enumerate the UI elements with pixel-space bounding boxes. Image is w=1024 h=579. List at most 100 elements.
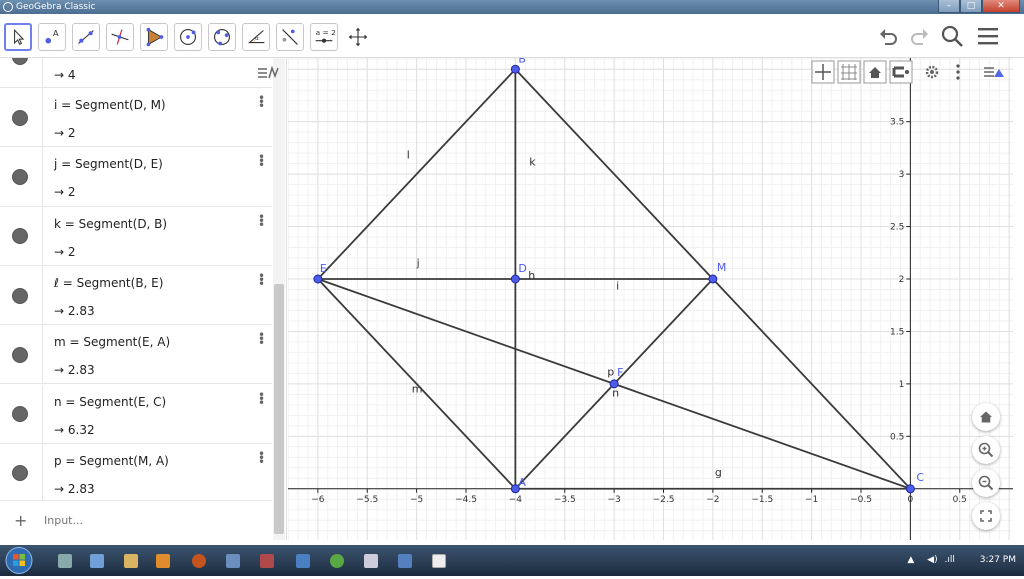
segment-label: p [607,365,614,378]
tray-expand-icon[interactable]: ▲ [907,555,914,565]
algebra-row[interactable]: n = Segment(E, C) → 6.32 • • • [0,384,272,444]
point-b[interactable] [510,64,520,74]
network-signal-icon[interactable]: .ıll [944,555,954,565]
x-tick-label: −1.5 [751,495,773,505]
algebra-row[interactable]: ℓ = Segment(B, E) → 2.83 • • • [0,265,272,326]
point-c[interactable] [905,484,915,494]
taskbar-app-icon[interactable] [260,554,274,568]
algebra-definition[interactable]: j = Segment(D, E) [54,157,163,171]
taskbar-app-icon[interactable] [296,554,310,568]
more-options-icon[interactable]: • • • [258,448,265,468]
segment-label: n [612,386,619,399]
maximize-button[interactable]: □ [960,0,982,13]
taskbar-app-icon[interactable] [330,554,344,568]
taskbar-app-icon[interactable] [156,554,170,568]
visibility-toggle[interactable] [12,406,28,423]
algebra-input-field[interactable] [44,509,264,531]
zoom-out-button[interactable] [972,469,1000,497]
more-options-icon[interactable] [956,64,960,80]
algebra-row[interactable]: i = Segment(D, M) → 2 • • • [0,88,272,148]
segment-label: i [616,279,619,292]
main-menu-button[interactable] [974,22,1002,50]
line-tool-button[interactable] [72,23,100,51]
point-tool-button[interactable]: A [38,23,66,51]
reflect-tool-button[interactable] [276,23,304,51]
zoom-in-button[interactable] [972,436,1000,464]
volume-icon[interactable]: ◀) [927,555,937,565]
taskbar-app-icon[interactable] [90,554,104,568]
circle-three-points-tool-button[interactable] [208,23,236,51]
algebra-definition[interactable]: n = Segment(E, C) [54,395,166,409]
taskbar-app-icon[interactable] [192,554,206,568]
minimize-button[interactable]: – [938,0,960,13]
algebra-row[interactable]: p = Segment(M, A) → 2.83 • • • [0,443,272,504]
system-tray: ▲ ◀) .ıll 3:27 PM [907,545,1016,576]
standard-view-button[interactable] [972,403,1000,431]
taskbar-folder-icon[interactable] [124,554,138,568]
more-options-icon[interactable]: • • • [258,329,265,349]
svg-text:a = 2: a = 2 [316,28,336,37]
clock-time[interactable]: 3:27 PM [980,555,1016,565]
algebra-value: → 2 [54,185,76,200]
more-options-icon[interactable]: • • • [258,92,265,112]
algebra-definition[interactable]: m = Segment(E, A) [54,335,170,349]
redo-button[interactable] [904,22,932,50]
undo-button[interactable] [876,22,904,50]
graphics-view[interactable]: −6 −5.5 −5 −4.5 −4 −3.5 −3 −2.5 −2 −1.5 −1 −0.5 0 0.5… [288,58,1024,540]
point-capturing-button[interactable] [889,60,913,84]
segment-label: g [715,466,722,479]
taskbar-app-icon[interactable] [398,554,412,568]
point-d[interactable] [510,274,520,284]
point-m[interactable] [708,274,718,284]
algebra-definition[interactable]: i = Segment(D, M) [54,98,166,112]
algebra-scrollbar-thumb[interactable] [274,284,284,534]
start-button[interactable] [2,545,36,576]
more-options-icon[interactable]: • • • [258,270,265,290]
close-button[interactable]: ✕ [982,0,1020,13]
circle-tool-button[interactable] [174,23,202,51]
graphics-canvas[interactable]: −6 −5.5 −5 −4.5 −4 −3.5 −3 −2.5 −2 −1.5 −1 −0.5 0 0.5… [288,58,1024,540]
point-e[interactable] [313,274,323,284]
algebra-definition[interactable]: ℓ = Segment(B, E) [54,276,163,290]
algebra-definition[interactable]: p = Segment(M, A) [54,454,169,468]
angle-tool-button[interactable]: α [242,23,270,51]
search-button[interactable] [938,22,966,50]
visibility-toggle[interactable] [12,58,28,65]
algebra-row[interactable]: j = Segment(D, E) → 2 • • • [0,147,272,207]
visibility-toggle[interactable] [12,346,28,363]
perpendicular-tool-button[interactable] [106,23,134,51]
taskbar-app-icon[interactable] [364,554,378,568]
polygon-tool-button[interactable] [140,23,168,51]
x-tick-label: −4 [509,495,523,505]
visibility-toggle[interactable] [12,228,28,245]
more-options-icon[interactable]: • • • [258,211,265,231]
taskbar-app-icon[interactable] [226,554,240,568]
algebra-row[interactable]: m = Segment(E, A) → 2.83 • • • [0,325,272,385]
algebra-row[interactable]: k = Segment(D, B) → 2 • • • [0,206,272,266]
slider-tool-button[interactable]: a = 2 [310,23,338,51]
point-f[interactable] [609,379,619,389]
taskbar-app-icon[interactable] [58,554,72,568]
add-icon[interactable]: + [14,511,27,530]
move-tool-button[interactable] [4,23,32,51]
algebra-value: → 2 [54,244,76,259]
visibility-toggle[interactable] [12,168,28,185]
visibility-toggle[interactable] [12,109,28,126]
visibility-toggle[interactable] [12,465,28,482]
graphics-style-bar-icon[interactable] [984,67,1004,77]
graphics-home-button[interactable] [863,60,887,84]
algebra-definition[interactable]: k = Segment(D, B) [54,217,167,231]
fullscreen-button[interactable] [972,502,1000,530]
taskbar-geogebra-icon[interactable] [432,554,446,568]
more-options-icon[interactable]: • • • [258,389,265,409]
move-graphics-tool-button[interactable] [344,23,372,51]
x-tick-label: −6 [311,495,325,505]
algebra-style-button[interactable] [256,64,282,84]
axes-toggle-button[interactable] [811,60,835,84]
visibility-toggle[interactable] [12,287,28,304]
settings-gear-icon[interactable] [925,65,939,79]
more-options-icon[interactable]: • • • [258,151,265,171]
grid-toggle-button[interactable] [837,60,861,84]
algebra-value: → 6.32 [54,422,95,437]
algebra-row-partial[interactable]: → 4 [0,58,272,88]
